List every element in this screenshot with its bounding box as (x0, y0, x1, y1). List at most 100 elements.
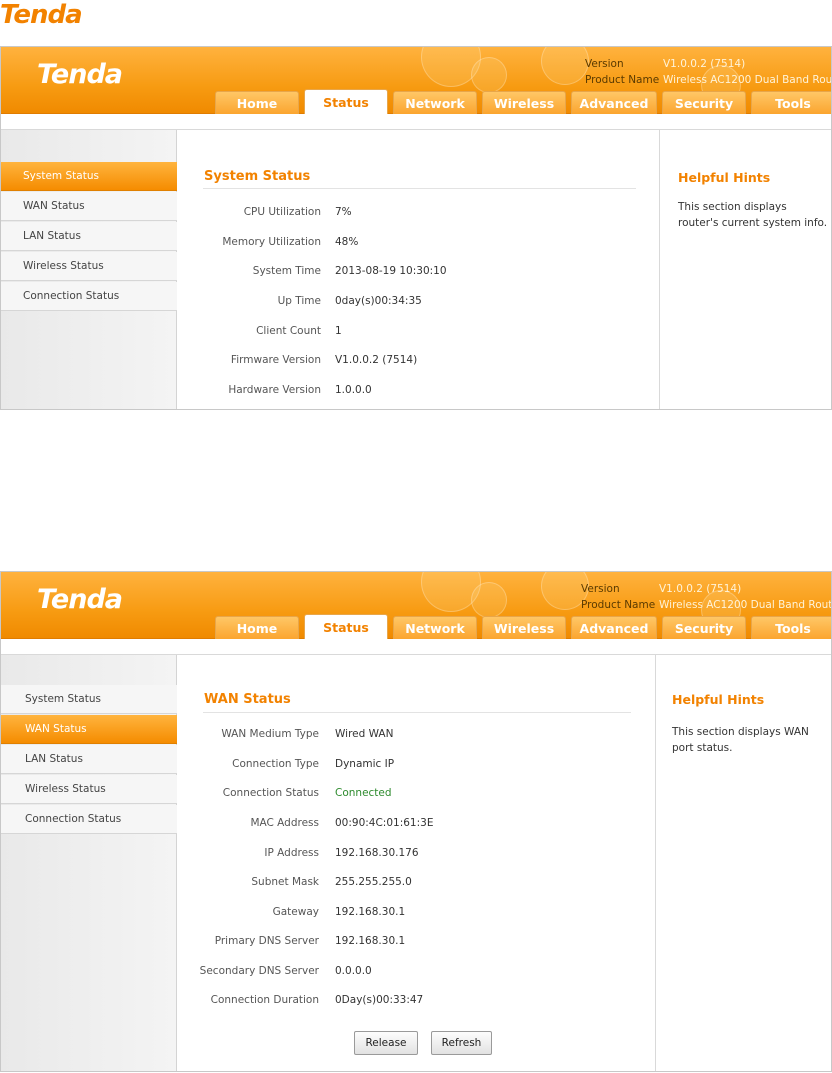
row-label: Client Count (256, 325, 321, 337)
sidebar-item-system-status[interactable]: System Status (1, 162, 177, 191)
sidebar-item-connection-status[interactable]: Connection Status (1, 282, 177, 311)
tab-home[interactable]: Home (215, 91, 299, 114)
info-row: Firmware Version V1.0.0.2 (7514) (179, 354, 417, 370)
row-label: Secondary DNS Server (199, 965, 319, 977)
sidebar: System Status WAN Status LAN Status Wire… (1, 130, 177, 409)
tab-status[interactable]: Status (304, 614, 388, 639)
main-nav-tabs: Home Status Network Wireless Advanced Se… (215, 89, 831, 114)
info-row: Client Count 1 (179, 325, 342, 341)
tab-security[interactable]: Security (662, 616, 746, 639)
refresh-button[interactable]: Refresh (431, 1031, 492, 1055)
sidebar-item-wan-status[interactable]: WAN Status (1, 715, 177, 744)
tenda-logo[interactable]: Tenda (37, 584, 123, 615)
sidebar-item-wireless-status[interactable]: Wireless Status (1, 775, 177, 804)
row-label: IP Address (264, 847, 319, 859)
hints-title: Helpful Hints (678, 170, 771, 185)
row-value: 0Day(s)00:33:47 (335, 994, 424, 1006)
document-logo: Tenda (0, 0, 83, 30)
sidebar-item-lan-status[interactable]: LAN Status (1, 745, 177, 774)
tab-advanced[interactable]: Advanced (571, 616, 657, 639)
row-label: Connection Type (232, 758, 319, 770)
main-panel: WAN Status WAN Medium Type Wired WAN Con… (179, 655, 656, 1071)
header-bar: Tenda Version V1.0.0.2 (7514) Product Na… (1, 572, 831, 639)
sidebar-item-lan-status[interactable]: LAN Status (1, 222, 177, 251)
helpful-hints-panel: Helpful Hints This section displays rout… (660, 130, 831, 409)
info-row: Connection Duration 0Day(s)00:33:47 (179, 994, 424, 1010)
row-label: Primary DNS Server (214, 935, 319, 947)
screenshot-wan-status: Tenda Version V1.0.0.2 (7514) Product Na… (0, 571, 832, 1072)
row-label: Subnet Mask (251, 876, 319, 888)
tab-network[interactable]: Network (393, 91, 477, 114)
tenda-logo[interactable]: Tenda (37, 59, 123, 90)
row-value: 192.168.30.1 (335, 935, 406, 947)
content-top-strip (1, 639, 831, 655)
main-nav-tabs: Home Status Network Wireless Advanced Se… (215, 614, 831, 639)
tab-security[interactable]: Security (662, 91, 746, 114)
row-value: 1 (335, 325, 342, 337)
row-label: System Time (252, 265, 321, 277)
product-name-value: Wireless AC1200 Dual Band Router (659, 599, 832, 611)
info-row: WAN Medium Type Wired WAN (179, 728, 393, 744)
row-value: Dynamic IP (335, 758, 395, 770)
product-name-value: Wireless AC1200 Dual Band Router (663, 74, 832, 86)
main-panel: System Status CPU Utilization 7% Memory … (179, 130, 660, 409)
row-label: MAC Address (250, 817, 319, 829)
version-label: Version (585, 58, 624, 70)
version-label: Version (581, 583, 620, 595)
tab-home[interactable]: Home (215, 616, 299, 639)
connection-status-value: Connected (335, 787, 392, 799)
info-row: Gateway 192.168.30.1 (179, 906, 406, 922)
info-row: Subnet Mask 255.255.255.0 (179, 876, 411, 892)
sidebar: System Status WAN Status LAN Status Wire… (1, 655, 177, 1071)
row-label: CPU Utilization (243, 206, 321, 218)
product-name-label: Product Name (585, 74, 660, 86)
section-divider (203, 188, 636, 189)
tab-wireless[interactable]: Wireless (482, 91, 566, 114)
info-row: Connection Type Dynamic IP (179, 758, 394, 774)
info-row: Primary DNS Server 192.168.30.1 (179, 935, 405, 951)
product-name-label: Product Name (581, 599, 656, 611)
info-row: CPU Utilization 7% (179, 206, 352, 222)
info-row: Up Time 0day(s)00:34:35 (179, 295, 422, 311)
row-label: Connection Status (222, 787, 319, 799)
row-label: Hardware Version (228, 384, 321, 396)
tab-advanced[interactable]: Advanced (571, 91, 657, 114)
tab-tools[interactable]: Tools (751, 616, 831, 639)
info-row: Connection Status Connected (179, 787, 392, 803)
info-row: Memory Utilization 48% (179, 236, 358, 252)
section-divider (203, 712, 631, 713)
tab-tools[interactable]: Tools (751, 91, 831, 114)
hints-text: This section displays WAN port status. (672, 726, 809, 754)
info-row: System Time 2013-08-19 10:30:10 (179, 265, 447, 281)
section-title: WAN Status (204, 692, 291, 707)
row-value: 1.0.0.0 (335, 384, 372, 396)
row-value: 2013-08-19 10:30:10 (335, 265, 447, 277)
sidebar-item-system-status[interactable]: System Status (1, 685, 177, 714)
tab-network[interactable]: Network (393, 616, 477, 639)
info-row: IP Address 192.168.30.176 (179, 847, 418, 863)
tab-wireless[interactable]: Wireless (482, 616, 566, 639)
helpful-hints-panel: Helpful Hints This section displays WAN … (656, 655, 831, 1071)
row-value: V1.0.0.2 (7514) (335, 354, 418, 366)
tab-status[interactable]: Status (304, 89, 388, 114)
content-top-strip (1, 114, 831, 130)
row-value: 7% (335, 206, 352, 218)
row-label: Firmware Version (230, 354, 321, 366)
hints-title: Helpful Hints (672, 692, 765, 707)
row-value: Wired WAN (335, 728, 394, 740)
section-title: System Status (204, 169, 311, 184)
row-value: 00:90:4C:01:61:3E (335, 817, 434, 829)
sidebar-item-wireless-status[interactable]: Wireless Status (1, 252, 177, 281)
version-value: V1.0.0.2 (7514) (659, 583, 742, 595)
release-button[interactable]: Release (354, 1031, 418, 1055)
row-value: 255.255.255.0 (335, 876, 412, 888)
sidebar-item-wan-status[interactable]: WAN Status (1, 192, 177, 221)
row-value: 48% (335, 236, 359, 248)
row-value: 0.0.0.0 (335, 965, 372, 977)
info-row: MAC Address 00:90:4C:01:61:3E (179, 817, 433, 833)
row-value: 0day(s)00:34:35 (335, 295, 422, 307)
hints-text: This section displays router's current s… (678, 201, 828, 229)
sidebar-item-connection-status[interactable]: Connection Status (1, 805, 177, 834)
header-bar: Tenda Version V1.0.0.2 (7514) Product Na… (1, 47, 831, 114)
info-row: Hardware Version 1.0.0.0 (179, 384, 371, 400)
